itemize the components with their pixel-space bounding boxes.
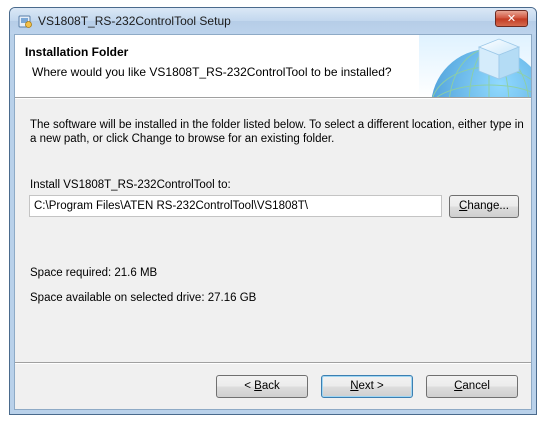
next-button[interactable]: Next > (321, 375, 413, 398)
installer-globe-icon (419, 35, 531, 97)
title-bar[interactable]: VS1808T_RS-232ControlTool Setup ✕ (10, 8, 536, 34)
window-title: VS1808T_RS-232ControlTool Setup (38, 14, 231, 28)
change-button[interactable]: Change... (449, 195, 519, 218)
install-location-label: Install VS1808T_RS-232ControlTool to: (30, 179, 231, 191)
space-required-text: Space required: 21.6 MB (30, 267, 158, 279)
header-band: Installation Folder Where would you like… (15, 35, 531, 97)
close-button[interactable]: ✕ (495, 10, 528, 27)
header-divider (15, 97, 531, 99)
dialog-body: Installation Folder Where would you like… (14, 34, 532, 410)
space-available-text: Space available on selected drive: 27.16… (30, 292, 257, 304)
page-subtitle: Where would you like VS1808T_RS-232Contr… (32, 65, 392, 79)
install-path-field[interactable]: C:\Program Files\ATEN RS-232ControlTool\… (29, 195, 442, 217)
back-button[interactable]: < Back (216, 375, 308, 398)
setup-window: VS1808T_RS-232ControlTool Setup ✕ Instal… (9, 7, 537, 415)
cancel-button[interactable]: Cancel (426, 375, 518, 398)
close-icon: ✕ (506, 12, 517, 25)
setup-icon (18, 15, 32, 28)
description-text: The software will be installed in the fo… (30, 119, 524, 145)
footer-divider (15, 362, 531, 364)
page-title: Installation Folder (25, 45, 129, 59)
